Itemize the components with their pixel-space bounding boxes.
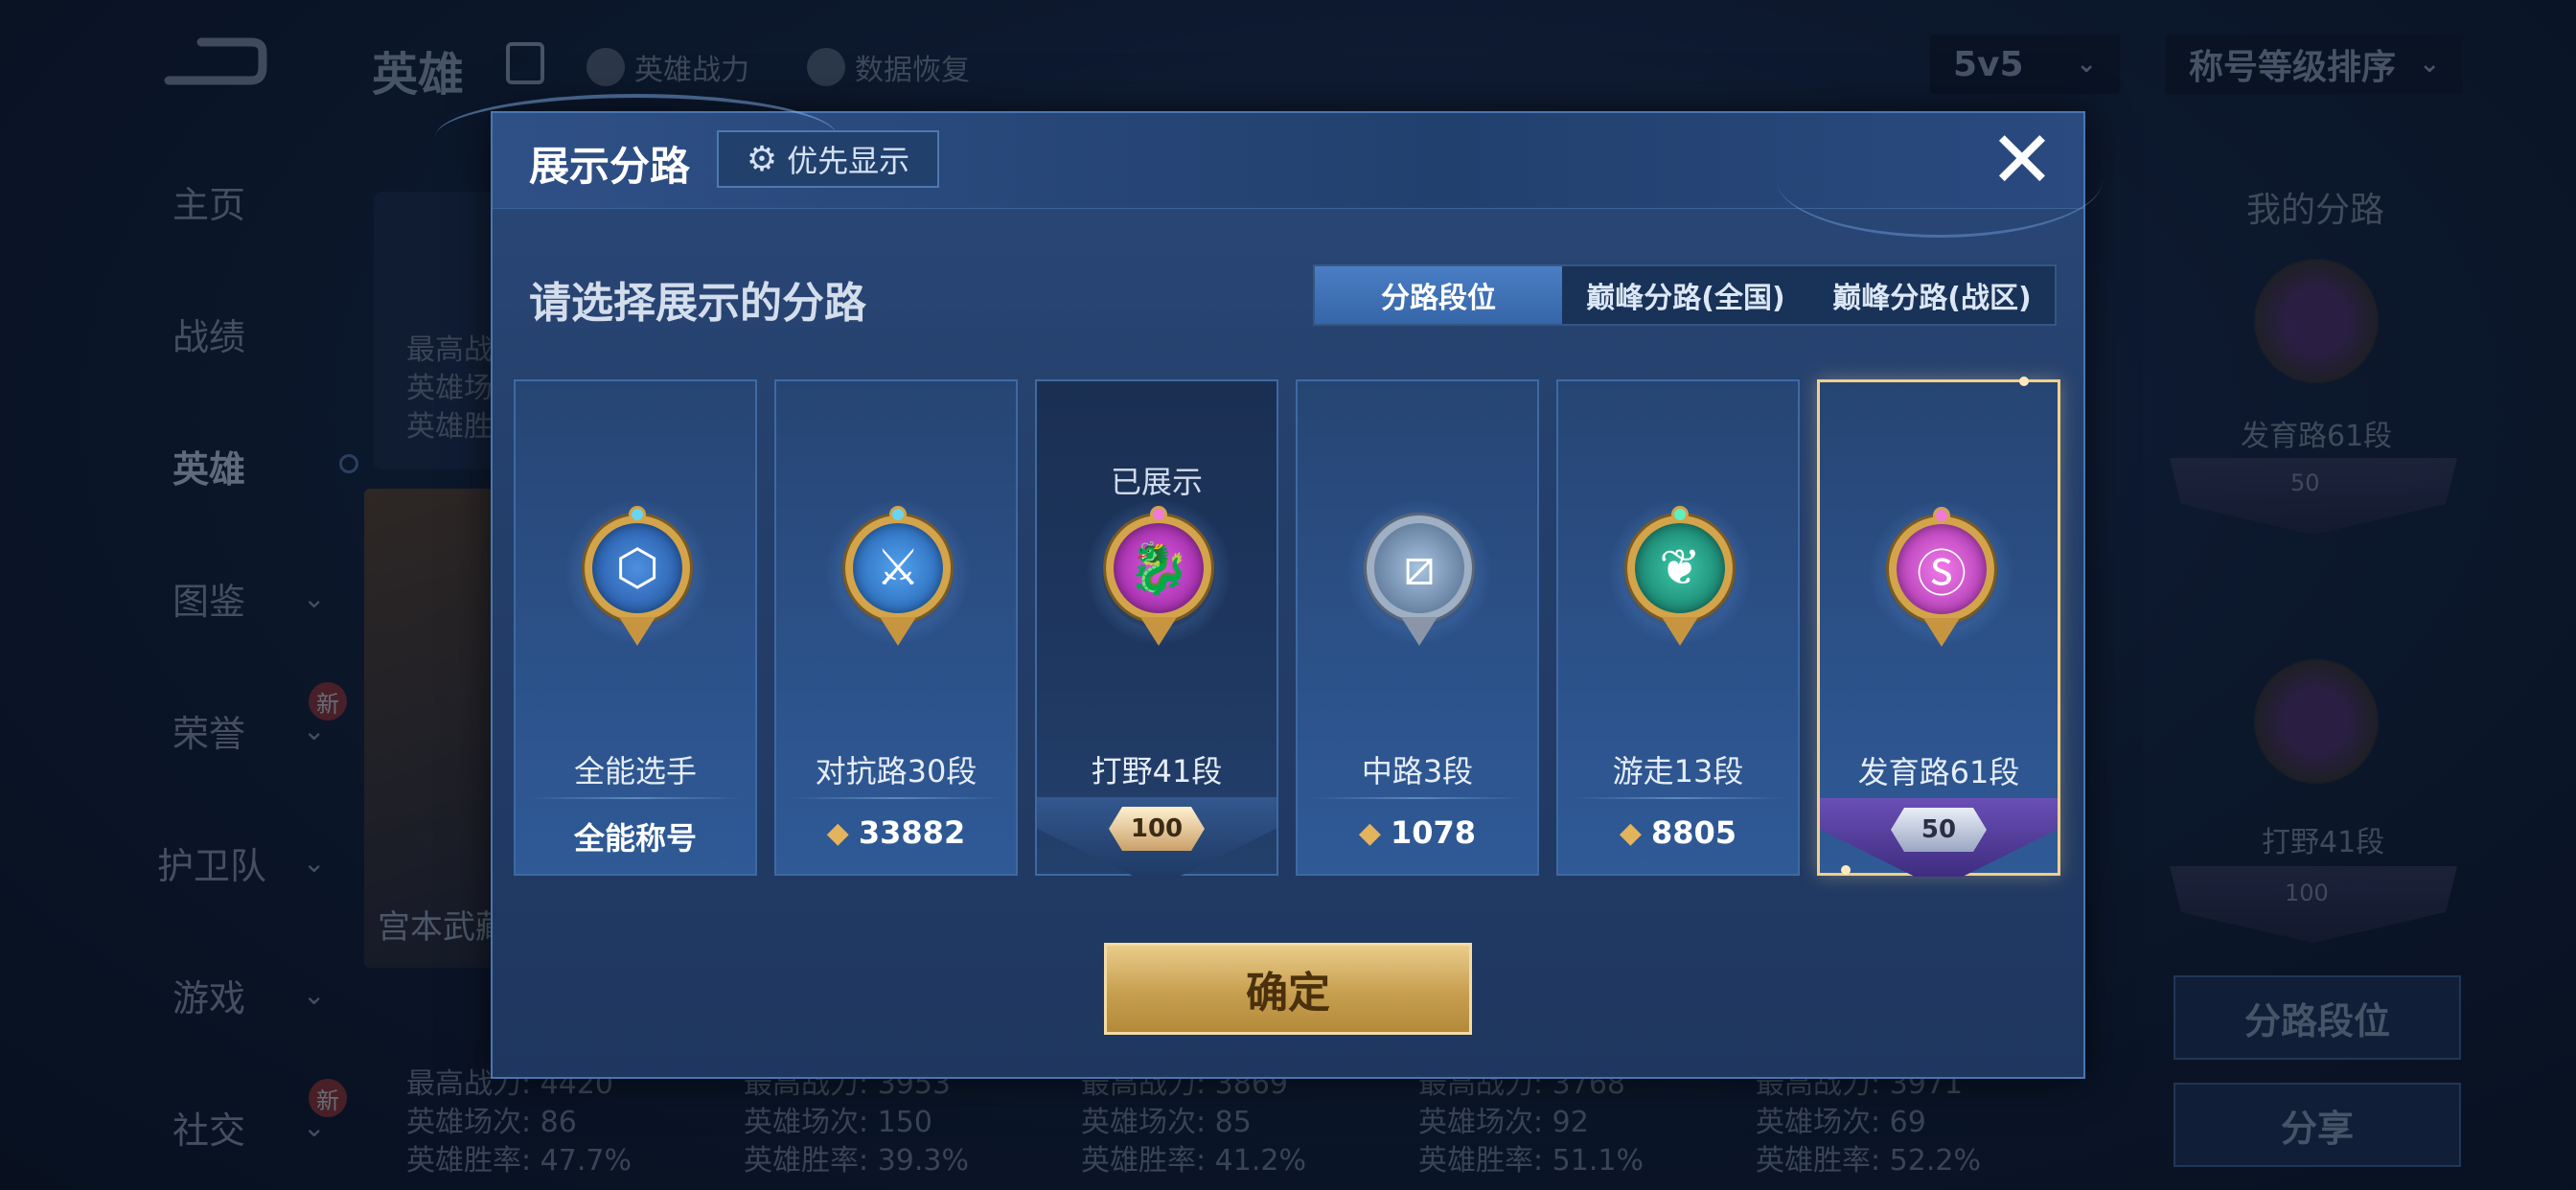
tab-peak-national[interactable]: 巅峰分路(全国) [1562,266,1809,324]
farm-lane-icon: Ⓢ [1889,516,1994,622]
close-icon[interactable]: ✕ [1986,122,2058,200]
lane-emblem: ⚔ [826,500,970,663]
lane-card-mid[interactable]: ⧄ 中路3段 ◆ 1078 [1296,379,1539,876]
select-lane-prompt: 请选择展示的分路 [529,279,866,328]
emblem-gem [629,506,646,523]
lane-score-value: 8805 [1651,814,1737,851]
gear-icon: ⚙ [746,139,778,179]
tab-lane-rank[interactable]: 分路段位 [1315,266,1562,324]
emblem-gem [1150,506,1167,523]
power-icon: ◆ [826,815,849,850]
modal-title: 展示分路 [529,143,691,190]
lane-role: 游走13段 [1612,753,1744,790]
divider [1572,797,1784,799]
divider [790,797,1002,799]
rank-ribbon: 100 [1037,797,1276,876]
emblem-gem [1671,506,1689,523]
lane-role: 全能选手 [573,753,697,790]
rank-ribbon-number: 50 [1891,808,1987,852]
emblem-gem [1933,507,1950,524]
mid-lane-icon: ⧄ [1367,515,1472,621]
lane-emblem: Ⓢ [1870,501,2013,664]
confirm-button[interactable]: 确定 [1104,943,1472,1035]
lane-card-farm[interactable]: Ⓢ 发育路61段 50 [1817,377,2060,877]
jungle-dragon-icon: 🐉 [1106,515,1211,621]
lane-card-jungle[interactable]: 已展示 🐉 打野41段 100 [1035,379,1278,876]
clash-lane-icon: ⚔ [845,515,951,621]
displayed-status: 已展示 [1110,464,1203,500]
power-icon: ◆ [1358,815,1381,850]
tab-peak-region[interactable]: 巅峰分路(战区) [1809,266,2055,324]
lane-card-roam[interactable]: ❦ 游走13段 ◆ 8805 [1556,379,1800,876]
lane-role: 中路3段 [1361,753,1474,790]
lane-emblem: 🐉 [1087,500,1230,663]
lane-score: ◆ 8805 [1558,814,1798,851]
power-icon: ◆ [1619,815,1642,850]
lane-emblem: ⬡ [565,500,709,663]
selection-corner [2019,377,2029,386]
lane-score: ◆ 33882 [776,814,1016,851]
emblem-gem [889,506,907,523]
lane-role: 打野41段 [1091,753,1223,790]
rank-ribbon: 50 [1820,798,2058,877]
rank-ribbon-number: 100 [1109,807,1205,851]
divider [529,797,742,799]
priority-display-label: 优先显示 [787,143,910,179]
selection-corner [1841,865,1851,875]
priority-display-button[interactable]: ⚙ 优先显示 [717,130,939,188]
display-lane-modal: 展示分路 ⚙ 优先显示 ✕ 请选择展示的分路 分路段位 巅峰分路(全国) 巅峰分… [435,94,2103,1079]
lane-role: 发育路61段 [1857,754,2020,790]
lane-type-tabs: 分路段位 巅峰分路(全国) 巅峰分路(战区) [1313,264,2057,326]
lane-score: ◆ 1078 [1298,814,1537,851]
lane-emblem: ⧄ [1347,500,1491,663]
lane-score-value: 33882 [858,814,966,851]
lane-card-all-round[interactable]: ⬡ 全能选手 全能称号 [514,379,757,876]
lane-emblem: ❦ [1608,500,1752,663]
modal-header: 展示分路 ⚙ 优先显示 ✕ [435,94,2103,238]
all-round-icon: ⬡ [585,515,690,621]
lane-card-clash[interactable]: ⚔ 对抗路30段 ◆ 33882 [774,379,1018,876]
lane-score-value: 全能称号 [573,820,697,857]
lane-score-value: 1078 [1391,814,1477,851]
lane-role: 对抗路30段 [815,753,978,790]
divider [1311,797,1524,799]
lane-score: 全能称号 [516,814,755,858]
lane-card-list: ⬡ 全能选手 全能称号 ⚔ 对抗路30段 ◆ 33882 已展示 🐉 打野41段… [514,377,2066,878]
roam-wings-icon: ❦ [1627,515,1733,621]
